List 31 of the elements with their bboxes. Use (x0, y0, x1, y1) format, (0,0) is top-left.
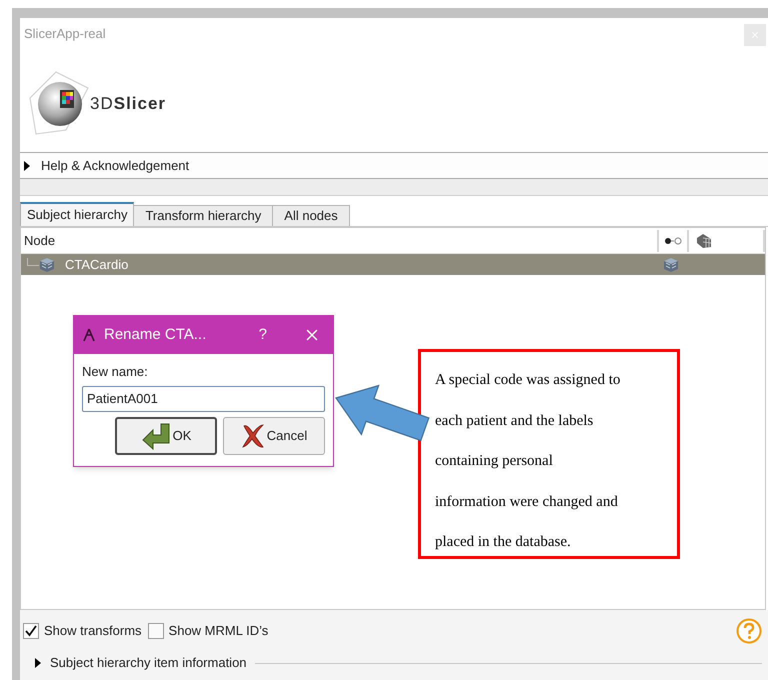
dialog-title: Rename CTA... (104, 324, 206, 345)
expand-arrow-icon[interactable] (34, 658, 42, 668)
return-arrow-icon (140, 422, 171, 450)
field-label: New name: (82, 363, 149, 381)
tab[interactable]: All nodes (272, 205, 350, 226)
transform-icon (663, 256, 679, 272)
window-title: SlicerApp-real (24, 25, 106, 43)
name-field[interactable]: PatientA001 (82, 386, 325, 412)
grid-cube-icon[interactable] (695, 232, 713, 248)
logo-text: 3DSlicer (90, 93, 166, 116)
checkbox-label: Show transforms (44, 622, 142, 640)
checkbox-label: Show MRML ID’s (168, 622, 268, 640)
section-label: Subject hierarchy item information (50, 654, 247, 672)
cross-icon (240, 422, 265, 448)
dialog-button[interactable]: OK (115, 416, 217, 454)
expand-arrow-icon[interactable] (23, 160, 31, 170)
annotation-text: A special code was assigned to each patient and the labels containing personal information were changed and placed in the database. (435, 371, 622, 552)
node-name: CTACardio (65, 256, 130, 274)
column-header[interactable]: Node (21, 230, 657, 250)
tree-icon (82, 328, 96, 342)
dialog-button[interactable]: Cancel (223, 416, 325, 454)
checkbox[interactable] (23, 623, 39, 639)
tab[interactable]: Transform hierarchy (133, 205, 274, 226)
visibility-icon[interactable] (664, 236, 682, 244)
help-button[interactable]: ? (250, 324, 275, 346)
item-info-header[interactable]: Subject hierarchy item information (20, 652, 768, 674)
checkbox[interactable] (148, 623, 164, 639)
volume-icon (39, 256, 55, 272)
tab[interactable]: Subject hierarchy (20, 202, 134, 226)
section-label: Help & Acknowledgement (41, 156, 190, 175)
help-section-header[interactable]: Help & Acknowledgement (20, 152, 768, 179)
